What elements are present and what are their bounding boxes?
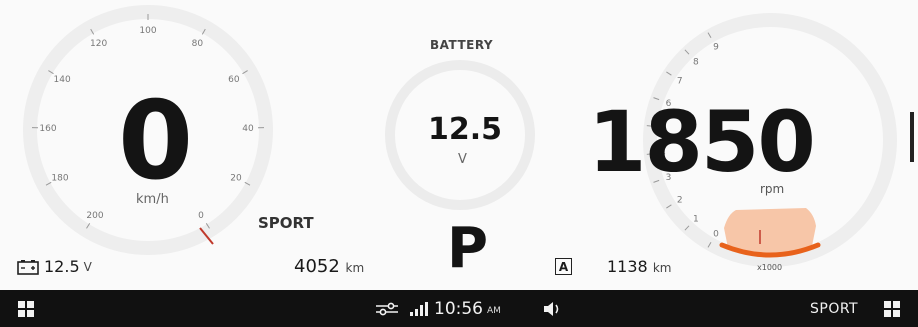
odometer-unit: km	[345, 261, 365, 275]
signal-icon	[410, 301, 428, 316]
rpm-unit: rpm	[760, 182, 785, 196]
speed-tick-60: 60	[228, 75, 240, 85]
speed-tick-100: 100	[139, 26, 156, 36]
mode-grid-button[interactable]	[884, 290, 900, 327]
battery-unit: V	[458, 152, 467, 167]
taskbar-mode-label: SPORT	[810, 300, 859, 317]
voltage-value: 12.5	[44, 257, 80, 276]
gear-indicator: P	[447, 216, 489, 281]
clock-time: 10:56	[434, 298, 483, 319]
settings-button[interactable]	[376, 290, 398, 327]
speed-tick-120: 120	[90, 39, 107, 49]
volume-button[interactable]	[544, 290, 562, 327]
rpm-tick-7: 7	[677, 77, 683, 87]
grid-icon	[18, 300, 34, 317]
rpm-tick-9: 9	[713, 43, 719, 53]
voltage-unit: V	[83, 259, 92, 274]
apps-grid-button[interactable]	[18, 290, 34, 327]
instrument-cluster: 0 20 40 60 80 100 120 140 160 180 200 0123456789 0…	[0, 0, 918, 290]
drive-mode-label: SPORT	[258, 214, 314, 232]
odometer-value: 4052	[294, 256, 340, 277]
odometer: 4052 km	[294, 256, 364, 277]
battery-title: BATTERY	[430, 38, 494, 52]
speed-tick-20: 20	[230, 174, 242, 184]
rpm-tick-1: 1	[693, 215, 699, 225]
clock: 10:56 AM	[434, 290, 501, 327]
battery-icon	[17, 259, 39, 275]
rpm-tick-8: 8	[693, 57, 699, 67]
trip-value: 1138	[607, 257, 648, 276]
rpm-value: 1850	[588, 93, 816, 191]
speed-tick-180: 180	[51, 174, 68, 184]
speed-tick-40: 40	[242, 124, 254, 134]
speed-tick-0: 0	[198, 211, 204, 221]
trip-meter: 1138 km	[607, 257, 671, 276]
rpm-fill-area	[724, 208, 816, 254]
speed-unit: km/h	[136, 192, 169, 207]
speed-tick-80: 80	[192, 39, 204, 49]
grid-icon	[884, 300, 900, 317]
trip-a-badge: A	[555, 258, 572, 275]
speed-tick-140: 140	[54, 75, 71, 85]
rpm-multiplier: x1000	[757, 263, 783, 272]
trip-unit: km	[652, 261, 672, 275]
edge-indicator	[910, 112, 914, 162]
speed-value: 0	[118, 79, 194, 204]
drive-mode-button[interactable]: SPORT	[810, 290, 858, 327]
taskbar: 10:56 AM SPORT	[0, 290, 918, 327]
sliders-icon	[376, 302, 398, 315]
battery-value: 12.5	[428, 112, 503, 147]
clock-ampm: AM	[487, 305, 501, 316]
speed-tick-200: 200	[86, 211, 103, 221]
voltage-status: 12.5 V	[16, 257, 92, 276]
rpm-tick-0: 0	[713, 230, 719, 240]
signal-strength	[410, 290, 428, 327]
rpm-tick-2: 2	[677, 195, 683, 205]
speaker-icon	[544, 301, 559, 316]
speed-tick-160: 160	[39, 124, 56, 134]
